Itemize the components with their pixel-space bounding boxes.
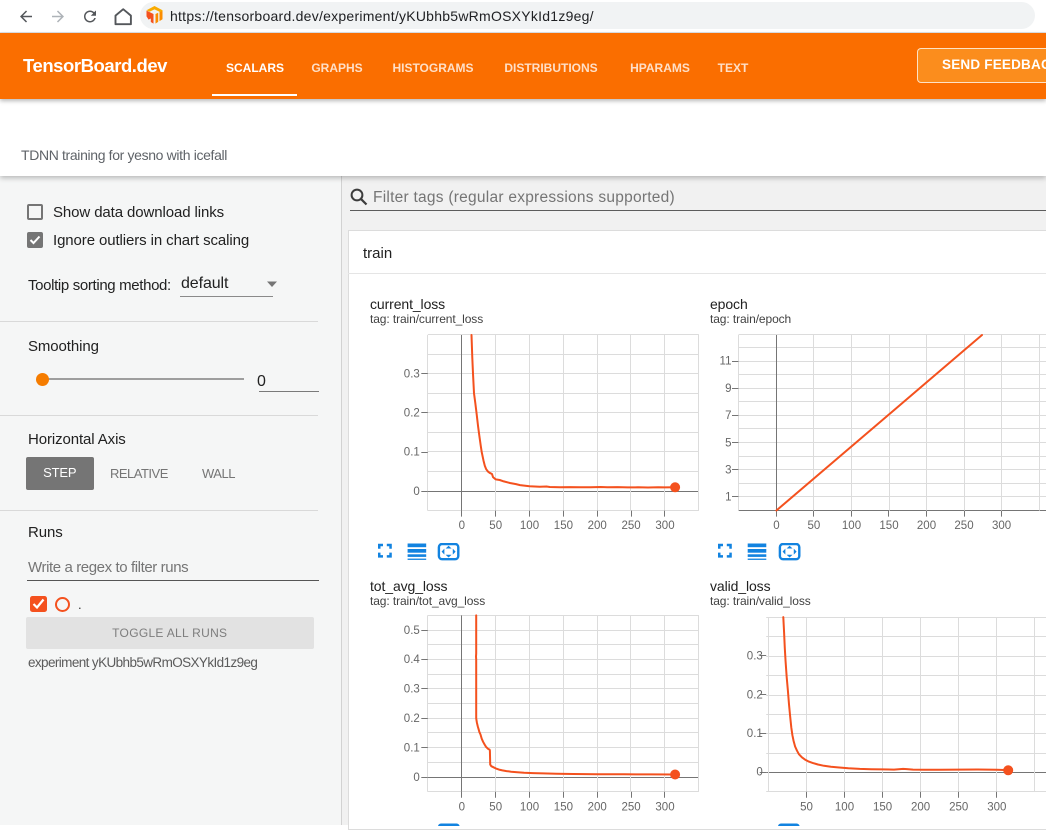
svg-text:0: 0 — [756, 767, 762, 779]
svg-text:150: 150 — [879, 520, 898, 532]
svg-text:250: 250 — [622, 520, 641, 532]
svg-text:150: 150 — [873, 802, 892, 814]
svg-text:300: 300 — [655, 520, 674, 532]
svg-text:250: 250 — [949, 802, 968, 814]
svg-text:150: 150 — [554, 520, 573, 532]
svg-text:0.2: 0.2 — [747, 689, 763, 701]
svg-text:0.3: 0.3 — [747, 651, 763, 663]
svg-text:200: 200 — [588, 520, 607, 532]
svg-text:11: 11 — [720, 356, 732, 368]
svg-text:50: 50 — [800, 802, 813, 814]
svg-text:0.4: 0.4 — [404, 654, 421, 666]
svg-text:100: 100 — [835, 802, 854, 814]
svg-text:300: 300 — [655, 802, 674, 814]
svg-text:0.2: 0.2 — [404, 408, 420, 420]
svg-text:300: 300 — [992, 520, 1011, 532]
svg-text:100: 100 — [520, 802, 539, 814]
svg-text:9: 9 — [725, 383, 731, 395]
svg-text:0.1: 0.1 — [404, 447, 420, 459]
svg-text:100: 100 — [842, 520, 861, 532]
svg-text:1: 1 — [725, 492, 731, 504]
svg-text:0.3: 0.3 — [404, 368, 420, 380]
svg-text:200: 200 — [917, 520, 936, 532]
svg-text:100: 100 — [520, 520, 539, 532]
svg-text:200: 200 — [911, 802, 930, 814]
svg-text:0.1: 0.1 — [404, 742, 420, 754]
svg-text:0: 0 — [773, 520, 779, 532]
svg-text:250: 250 — [622, 802, 641, 814]
svg-text:0.1: 0.1 — [747, 728, 763, 740]
svg-text:0: 0 — [413, 772, 419, 784]
svg-text:250: 250 — [954, 520, 973, 532]
svg-text:300: 300 — [987, 802, 1006, 814]
svg-text:0.5: 0.5 — [404, 625, 420, 637]
svg-text:0.2: 0.2 — [404, 713, 420, 725]
svg-text:7: 7 — [725, 410, 731, 422]
svg-text:50: 50 — [489, 520, 502, 532]
svg-text:0: 0 — [459, 802, 465, 814]
svg-text:50: 50 — [489, 802, 502, 814]
svg-text:150: 150 — [554, 802, 573, 814]
svg-text:50: 50 — [808, 520, 821, 532]
svg-text:0: 0 — [459, 520, 465, 532]
svg-text:3: 3 — [725, 464, 731, 476]
svg-text:200: 200 — [588, 802, 607, 814]
svg-text:0: 0 — [413, 486, 419, 498]
svg-text:5: 5 — [725, 437, 731, 449]
svg-text:0.3: 0.3 — [404, 684, 420, 696]
